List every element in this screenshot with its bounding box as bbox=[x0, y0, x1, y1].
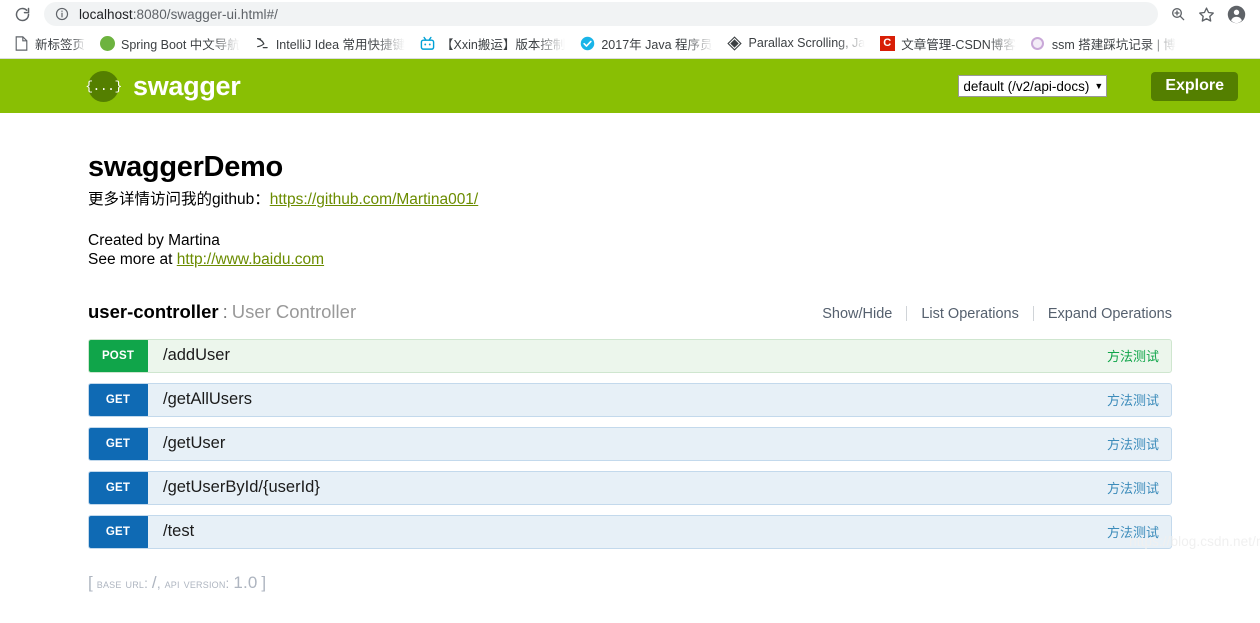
zoom-in-icon[interactable] bbox=[1164, 1, 1192, 27]
api-version-value: 1.0 bbox=[233, 572, 258, 592]
watermark: https://blog.csdn.net/mulinsen77 bbox=[1129, 534, 1260, 549]
api-docs-select-value: default (/v2/api-docs) bbox=[963, 78, 1090, 94]
see-more-text: See more at bbox=[88, 251, 177, 269]
bookmark-label: Parallax Scrolling, Ja bbox=[748, 36, 866, 50]
url-host: localhost bbox=[79, 6, 133, 22]
operation-path[interactable]: /getAllUsers bbox=[148, 384, 1107, 416]
see-more-line: See more at http://www.baidu.com bbox=[88, 250, 1172, 269]
swagger-header-bar: {...} swagger default (/v2/api-docs) ▼ E… bbox=[0, 59, 1260, 113]
resource-heading: user-controller : User Controller Show/H… bbox=[88, 301, 1172, 327]
ssm-icon bbox=[1030, 35, 1046, 51]
swagger-logo-icon: {...} bbox=[85, 70, 122, 102]
browser-chrome: localhost:8080/swagger-ui.html#/ 新标签页 Sp… bbox=[0, 0, 1260, 59]
footer-close-bracket: ] bbox=[261, 572, 267, 592]
http-method-badge: GET bbox=[89, 515, 148, 548]
bookmark-label: 【Xxin搬运】版本控制 bbox=[441, 37, 566, 52]
operations-list: POST /addUser 方法测试 GET /getAllUsers 方法测试… bbox=[88, 338, 1172, 549]
bookmark-item[interactable]: 2017年 Java 程序员 bbox=[572, 31, 719, 55]
bilibili-icon bbox=[419, 35, 435, 51]
page-icon bbox=[13, 35, 29, 51]
http-method-badge: GET bbox=[89, 383, 148, 416]
operation-note-link[interactable]: 方法测试 bbox=[1107, 428, 1171, 460]
github-link[interactable]: https://github.com/Martina001/ bbox=[270, 191, 479, 208]
api-description-text: 更多详情访问我的github： bbox=[88, 191, 270, 208]
swagger-logo-text: swagger bbox=[133, 70, 241, 101]
bookmark-label: 文章管理-CSDN博客 bbox=[901, 37, 1016, 52]
operation-path[interactable]: /getUser bbox=[148, 428, 1107, 460]
operation-row[interactable]: POST /addUser 方法测试 bbox=[88, 338, 1172, 373]
bookmark-label: 新标签页 bbox=[35, 37, 86, 52]
http-method-badge: POST bbox=[89, 339, 148, 372]
spring-leaf-icon bbox=[99, 35, 115, 51]
api-description: 更多详情访问我的github：https://github.com/Martin… bbox=[88, 190, 1172, 211]
star-icon[interactable] bbox=[1192, 1, 1220, 27]
info-circle-icon[interactable] bbox=[54, 7, 69, 22]
intellij-icon bbox=[254, 35, 270, 51]
footer-open-bracket: [ bbox=[88, 572, 93, 592]
footer-comma: , bbox=[156, 575, 161, 591]
bookmark-item[interactable]: C 文章管理-CSDN博客 bbox=[872, 31, 1023, 55]
operation-row[interactable]: GET /getAllUsers 方法测试 bbox=[88, 382, 1172, 417]
bookmark-item[interactable]: IntelliJ Idea 常用快捷键 bbox=[247, 31, 412, 55]
url-path: :8080/swagger-ui.html#/ bbox=[132, 6, 278, 22]
bookmark-label: 2017年 Java 程序员 bbox=[601, 37, 713, 52]
browser-toolbar: localhost:8080/swagger-ui.html#/ bbox=[0, 0, 1260, 28]
resource-separator: : bbox=[222, 300, 228, 322]
resource-actions: Show/Hide List Operations Expand Operati… bbox=[808, 306, 1172, 322]
bookmarks-bar: 新标签页 Spring Boot 中文导航 IntelliJ Idea 常用快捷… bbox=[0, 28, 1260, 59]
reload-icon[interactable] bbox=[8, 1, 36, 27]
api-version-label: API VERSION: bbox=[164, 575, 230, 591]
swagger-main-content: swaggerDemo 更多详情访问我的github：https://githu… bbox=[0, 113, 1260, 592]
page-title: swaggerDemo bbox=[88, 151, 283, 183]
bookmark-label: IntelliJ Idea 常用快捷键 bbox=[275, 37, 406, 52]
operation-row[interactable]: GET /getUserById/{userId} 方法测试 bbox=[88, 470, 1172, 505]
http-method-badge: GET bbox=[89, 427, 148, 460]
address-bar[interactable]: localhost:8080/swagger-ui.html#/ bbox=[44, 2, 1158, 26]
operation-row[interactable]: GET /test 方法测试 bbox=[88, 514, 1172, 549]
profile-avatar-icon[interactable] bbox=[1222, 1, 1250, 27]
expand-operations-link[interactable]: Expand Operations bbox=[1034, 306, 1172, 322]
address-bar-url: localhost:8080/swagger-ui.html#/ bbox=[79, 7, 278, 22]
operation-row[interactable]: GET /getUser 方法测试 bbox=[88, 426, 1172, 461]
bookmark-item[interactable]: Spring Boot 中文导航 bbox=[92, 31, 247, 55]
bookmark-item[interactable]: 【Xxin搬运】版本控制 bbox=[412, 31, 572, 55]
operation-note-link[interactable]: 方法测试 bbox=[1107, 384, 1171, 416]
swagger-header-controls: default (/v2/api-docs) ▼ Explore bbox=[958, 71, 1238, 101]
api-docs-select[interactable]: default (/v2/api-docs) ▼ bbox=[958, 75, 1108, 97]
operation-path[interactable]: /addUser bbox=[148, 340, 1107, 372]
api-info-block: swaggerDemo 更多详情访问我的github：https://githu… bbox=[88, 113, 1172, 270]
http-method-badge: GET bbox=[89, 471, 148, 504]
bookmark-label: Spring Boot 中文导航 bbox=[121, 37, 240, 52]
bookmark-item[interactable]: Parallax Scrolling, Ja bbox=[720, 31, 873, 55]
operation-path[interactable]: /getUserById/{userId} bbox=[148, 472, 1107, 504]
show-hide-link[interactable]: Show/Hide bbox=[808, 306, 906, 322]
base-url-label: BASE URL: bbox=[96, 575, 149, 591]
operation-note-link[interactable]: 方法测试 bbox=[1107, 340, 1171, 372]
operation-note-link[interactable]: 方法测试 bbox=[1107, 472, 1171, 504]
bookmark-label: ssm 搭建踩坑记录 | 博 bbox=[1051, 37, 1176, 52]
diamond-icon bbox=[727, 35, 743, 51]
resource-description: User Controller bbox=[231, 300, 357, 322]
list-operations-link[interactable]: List Operations bbox=[907, 306, 1033, 322]
csdn-icon: C bbox=[879, 35, 895, 51]
operation-path[interactable]: /test bbox=[148, 516, 1107, 548]
api-footer: [ BASE URL: /, API VERSION: 1.0 ] bbox=[88, 573, 1172, 593]
explore-button[interactable]: Explore bbox=[1151, 71, 1238, 101]
chevron-down-icon: ▼ bbox=[1094, 81, 1104, 91]
see-more-link[interactable]: http://www.baidu.com bbox=[177, 251, 324, 268]
bookmark-item[interactable]: ssm 搭建踩坑记录 | 博 bbox=[1023, 31, 1183, 55]
check-circle-icon bbox=[579, 35, 595, 51]
resource-name[interactable]: user-controller bbox=[88, 301, 219, 323]
swagger-logo-link[interactable]: {...} swagger bbox=[85, 70, 241, 102]
created-by-line: Created by Martina bbox=[88, 231, 220, 249]
bookmark-item[interactable]: 新标签页 bbox=[6, 31, 92, 55]
